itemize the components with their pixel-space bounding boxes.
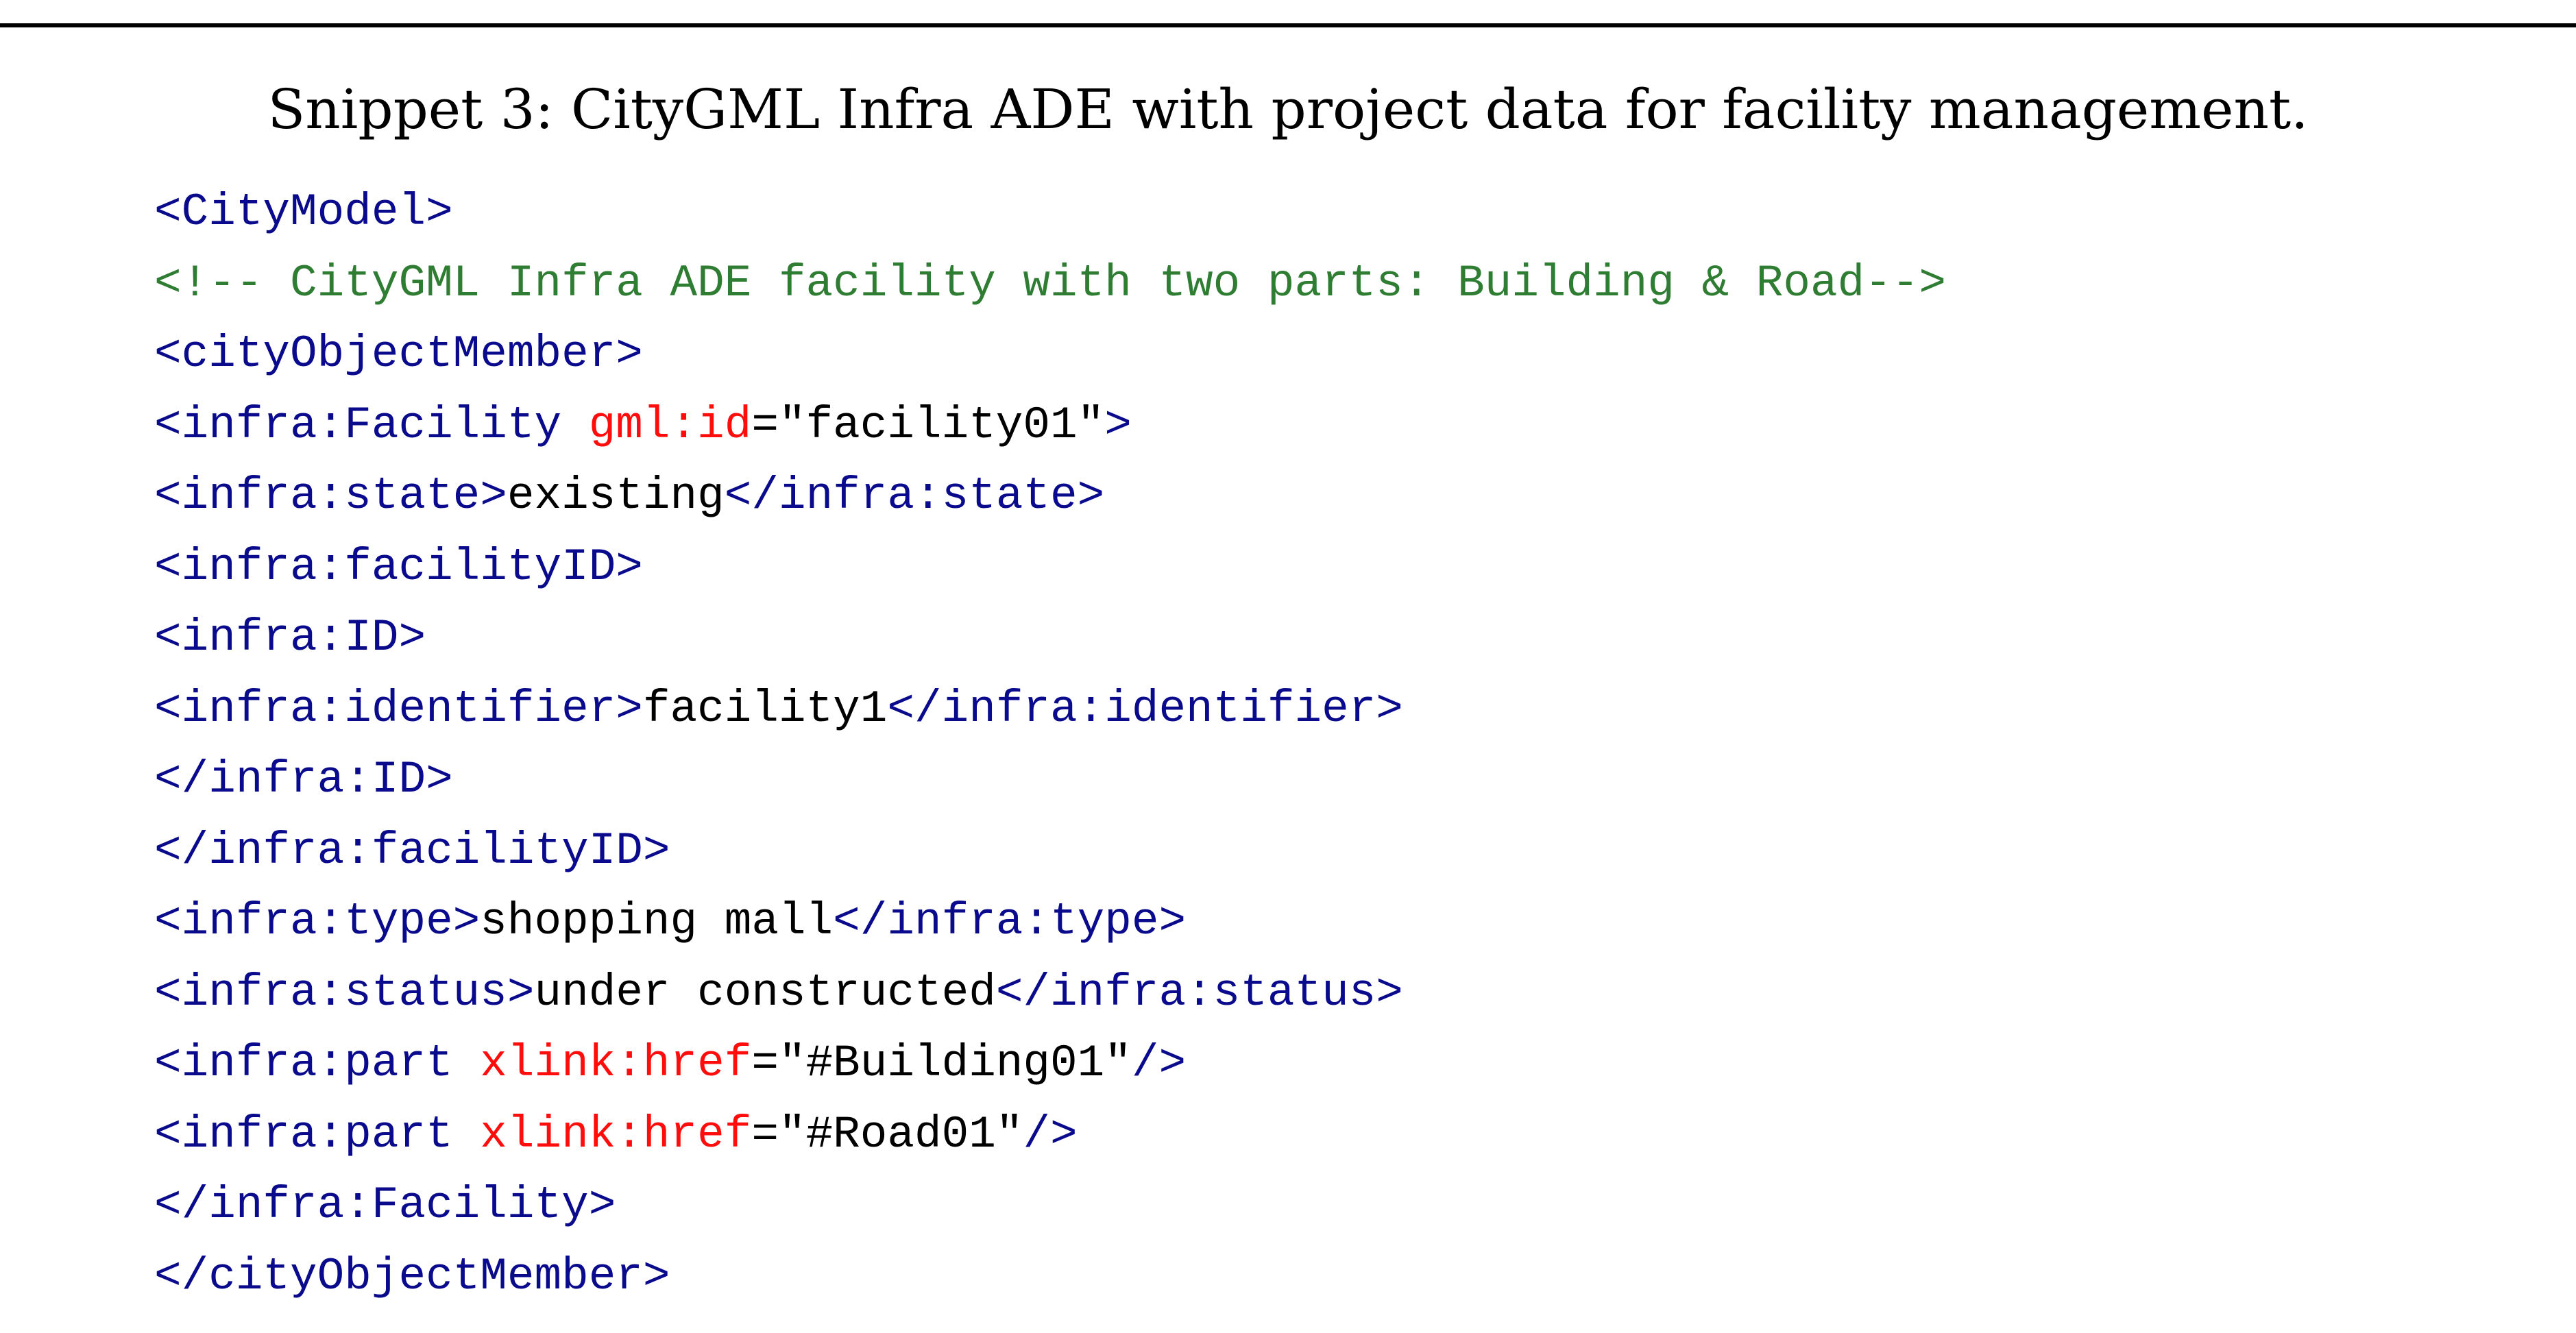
xml-tag-token: <infra:facilityID>	[154, 541, 643, 593]
xml-tag-token: />	[1131, 1038, 1187, 1089]
code-line: <infra:Facility gml:id="facility01">	[154, 390, 2519, 461]
code-line: <infra:part xlink:href="#Building01"/>	[154, 1028, 2519, 1099]
xml-tag-token: <infra:state>	[154, 470, 507, 522]
code-line: <infra:status>under constructed</infra:s…	[154, 957, 2519, 1029]
xml-attribute-token: gml:id	[588, 399, 752, 451]
xml-tag-token: >	[1104, 399, 1132, 451]
xml-tag-token: <infra:part	[154, 1108, 481, 1160]
xml-text-token: under constructed	[534, 966, 996, 1018]
xml-text-token: existing	[507, 470, 725, 522]
snippet-caption: Snippet 3: CityGML Infra ADE with projec…	[267, 77, 2309, 141]
document-page: Snippet 3: CityGML Infra ADE with projec…	[0, 0, 2576, 1333]
xml-text-token: ="#Road01"	[751, 1108, 1023, 1160]
code-line: <infra:facilityID>	[154, 532, 2519, 603]
code-line: <infra:ID>	[154, 602, 2519, 674]
xml-text-token: ="facility01"	[751, 399, 1105, 451]
code-line: </infra:Facility>	[154, 1170, 2519, 1241]
xml-attribute-token: xlink:href	[480, 1108, 752, 1160]
code-listing: <CityModel> <!-- CityGML Infra ADE facili…	[154, 177, 2519, 1312]
xml-tag-token: </infra:state>	[724, 470, 1105, 522]
code-line: <infra:identifier>facility1</infra:ident…	[154, 674, 2519, 745]
xml-tag-token: </infra:Facility>	[154, 1179, 616, 1231]
xml-tag-token: </infra:identifier>	[887, 683, 1403, 735]
xml-tag-token: </infra:ID>	[154, 754, 453, 805]
xml-comment-token: <!-- CityGML Infra ADE facility with two…	[154, 257, 1947, 309]
xml-text-token: shopping mall	[480, 896, 834, 947]
xml-text-token: facility1	[642, 683, 888, 735]
xml-tag-token: <infra:Facility	[154, 399, 589, 451]
xml-tag-token: <infra:ID>	[154, 612, 426, 663]
xml-tag-token: <CityModel>	[154, 186, 453, 238]
top-rule	[0, 23, 2576, 27]
code-line: <!-- CityGML Infra ADE facility with two…	[154, 248, 2519, 319]
xml-tag-token: <infra:type>	[154, 896, 481, 947]
code-line: <infra:type>shopping mall</infra:type>	[154, 886, 2519, 957]
xml-attribute-token: xlink:href	[480, 1038, 752, 1089]
code-line: </cityObjectMember>	[154, 1241, 2519, 1312]
xml-tag-token: <infra:status>	[154, 966, 535, 1018]
xml-tag-token: </cityObjectMember>	[154, 1250, 670, 1302]
xml-tag-token: <infra:part	[154, 1038, 481, 1089]
code-line: <infra:state>existing</infra:state>	[154, 461, 2519, 532]
code-line: <cityObjectMember>	[154, 319, 2519, 390]
code-line: <infra:part xlink:href="#Road01"/>	[154, 1099, 2519, 1171]
xml-text-token: ="#Building01"	[751, 1038, 1132, 1089]
xml-tag-token: </infra:facilityID>	[154, 824, 670, 877]
xml-tag-token: </infra:type>	[833, 896, 1187, 947]
code-line: <CityModel>	[154, 177, 2519, 248]
xml-tag-token: <cityObjectMember>	[154, 328, 643, 380]
xml-tag-token: />	[1023, 1108, 1078, 1160]
code-line: </infra:facilityID>	[154, 816, 2519, 887]
code-line: </infra:ID>	[154, 744, 2519, 816]
xml-tag-token: </infra:status>	[995, 966, 1403, 1018]
xml-tag-token: <infra:identifier>	[154, 683, 643, 735]
